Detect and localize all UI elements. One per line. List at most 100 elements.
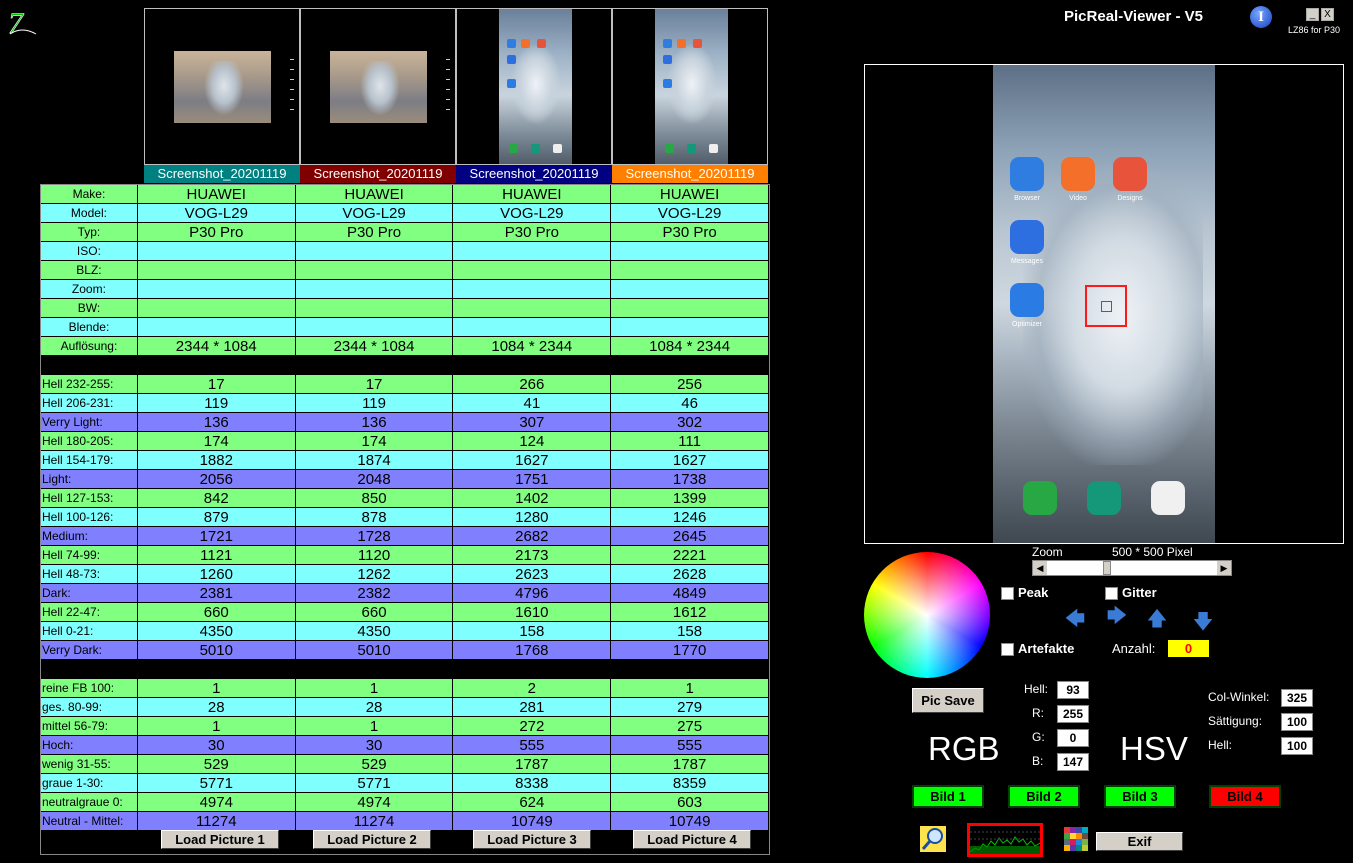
cell-picture-2: 1262 xyxy=(295,565,454,584)
thumbnail-1[interactable] xyxy=(144,8,300,165)
load-picture-2-button[interactable]: Load Picture 2 xyxy=(313,830,431,849)
cell-picture-3: 2682 xyxy=(453,527,612,546)
cell-picture-3: 158 xyxy=(453,622,612,641)
cell-picture-4 xyxy=(611,299,769,318)
load-picture-3-button[interactable]: Load Picture 3 xyxy=(473,830,591,849)
hsv-sat-label: Sättigung: xyxy=(1208,714,1263,728)
app-store-icon xyxy=(1087,481,1121,515)
table-row: reine FB 100: 1 1 2 1 xyxy=(41,679,769,698)
peak-checkbox[interactable] xyxy=(1001,587,1014,600)
rgb-r-value: 255 xyxy=(1057,705,1089,723)
bild-4-button[interactable]: Bild 4 xyxy=(1209,785,1281,808)
cell-picture-2: 660 xyxy=(295,603,454,622)
load-picture-1-button[interactable]: Load Picture 1 xyxy=(161,830,279,849)
cell-picture-4 xyxy=(611,261,769,280)
cell-picture-3: 281 xyxy=(453,698,612,717)
cell-picture-1: 136 xyxy=(137,413,296,432)
row-label: Verry Dark: xyxy=(41,641,138,660)
row-label: reine FB 100: xyxy=(41,679,138,698)
table-row: Hell 100-126: 879 878 1280 1246 xyxy=(41,508,769,527)
cell-picture-3 xyxy=(453,660,612,679)
slider-knob[interactable] xyxy=(1103,561,1111,575)
cell-picture-2: 4350 xyxy=(295,622,454,641)
table-row: Hell 48-73: 1260 1262 2623 2628 xyxy=(41,565,769,584)
info-icon[interactable]: I xyxy=(1250,6,1272,28)
cell-picture-2: 2344 * 1084 xyxy=(295,337,454,356)
cell-picture-4: 46 xyxy=(611,394,769,413)
slider-right-arrow-icon[interactable]: ▶ xyxy=(1217,561,1231,575)
artefakte-checkbox[interactable] xyxy=(1001,643,1014,656)
cell-picture-2: 136 xyxy=(295,413,454,432)
cell-picture-3 xyxy=(453,318,612,337)
cell-picture-2: 2382 xyxy=(295,584,454,603)
arrow-down-icon[interactable]: 🡇 xyxy=(1192,611,1214,633)
histogram-icon[interactable] xyxy=(967,823,1043,857)
cell-picture-2 xyxy=(295,356,454,375)
table-row: Neutral - Mittel: 11274 11274 10749 10749 xyxy=(41,812,769,831)
table-row: neutralgraue 0: 4974 4974 624 603 xyxy=(41,793,769,812)
app-optimizer-icon xyxy=(1010,283,1044,317)
row-label: ges. 80-99: xyxy=(41,698,138,717)
cell-picture-1: 1882 xyxy=(137,451,296,470)
image-preview[interactable]: Browser Video Designs Messages Optimizer xyxy=(864,64,1344,544)
color-wheel[interactable] xyxy=(864,552,990,678)
cell-picture-2: 28 xyxy=(295,698,454,717)
count-label: Anzahl: xyxy=(1112,641,1156,656)
cell-picture-3 xyxy=(453,261,612,280)
cell-picture-1 xyxy=(137,242,296,261)
cell-picture-3: 8338 xyxy=(453,774,612,793)
pic-save-button[interactable]: Pic Save xyxy=(912,688,984,713)
rgb-b-label: B: xyxy=(1032,754,1044,768)
thumbnail-2-label: Screenshot_20201119 xyxy=(300,165,456,183)
cell-picture-3: 41 xyxy=(453,394,612,413)
cell-picture-1: 5010 xyxy=(137,641,296,660)
hsv-winkel-value: 325 xyxy=(1281,689,1313,707)
table-row: Blende: xyxy=(41,318,769,337)
magnifier-icon[interactable] xyxy=(920,826,946,852)
count-value: 0 xyxy=(1168,640,1209,657)
zoom-selection-box[interactable] xyxy=(1085,285,1127,327)
cell-picture-4: 2645 xyxy=(611,527,769,546)
cell-picture-4: 1399 xyxy=(611,489,769,508)
bild-1-button[interactable]: Bild 1 xyxy=(912,785,984,808)
cell-picture-2: 850 xyxy=(295,489,454,508)
cell-picture-1: 1 xyxy=(137,679,296,698)
cell-picture-4: VOG-L29 xyxy=(611,204,769,223)
table-row: graue 1-30: 5771 5771 8338 8359 xyxy=(41,774,769,793)
load-picture-4-button[interactable]: Load Picture 4 xyxy=(633,830,751,849)
app-label: Browser xyxy=(1014,195,1040,202)
row-label: BLZ: xyxy=(41,261,138,280)
thumbnail-4[interactable] xyxy=(612,8,768,165)
table-row: Medium: 1721 1728 2682 2645 xyxy=(41,527,769,546)
arrow-up-icon[interactable]: 🡅 xyxy=(1146,608,1168,630)
close-button[interactable]: X xyxy=(1321,8,1334,21)
arrow-right-icon[interactable]: 🡆 xyxy=(1106,605,1128,627)
rgb-g-value: 0 xyxy=(1057,729,1089,747)
thumbnail-image xyxy=(174,51,271,123)
bild-3-button[interactable]: Bild 3 xyxy=(1104,785,1176,808)
table-row: mittel 56-79: 1 1 272 275 xyxy=(41,717,769,736)
rgb-b-value: 147 xyxy=(1057,753,1089,771)
cell-picture-1: 529 xyxy=(137,755,296,774)
row-label: Model: xyxy=(41,204,138,223)
zoom-slider[interactable]: ◀ ▶ xyxy=(1032,560,1232,576)
cell-picture-3: 2623 xyxy=(453,565,612,584)
minimize-button[interactable]: _ xyxy=(1306,8,1319,21)
thumbnail-3[interactable] xyxy=(456,8,612,165)
row-label: Hell 48-73: xyxy=(41,565,138,584)
thumbnail-2[interactable] xyxy=(300,8,456,165)
cell-picture-1: VOG-L29 xyxy=(137,204,296,223)
cell-picture-2: 2048 xyxy=(295,470,454,489)
arrow-left-icon[interactable]: 🡄 xyxy=(1064,608,1086,630)
cell-picture-1 xyxy=(137,660,296,679)
palette-icon[interactable] xyxy=(1064,827,1088,851)
bild-2-button[interactable]: Bild 2 xyxy=(1008,785,1080,808)
cell-picture-4: 2221 xyxy=(611,546,769,565)
table-row: Verry Dark: 5010 5010 1768 1770 xyxy=(41,641,769,660)
slider-left-arrow-icon[interactable]: ◀ xyxy=(1033,561,1047,575)
gitter-checkbox[interactable] xyxy=(1105,587,1118,600)
exif-button[interactable]: Exif xyxy=(1096,832,1183,851)
cell-picture-2: 1728 xyxy=(295,527,454,546)
cell-picture-1: 1 xyxy=(137,717,296,736)
cell-picture-4: 256 xyxy=(611,375,769,394)
